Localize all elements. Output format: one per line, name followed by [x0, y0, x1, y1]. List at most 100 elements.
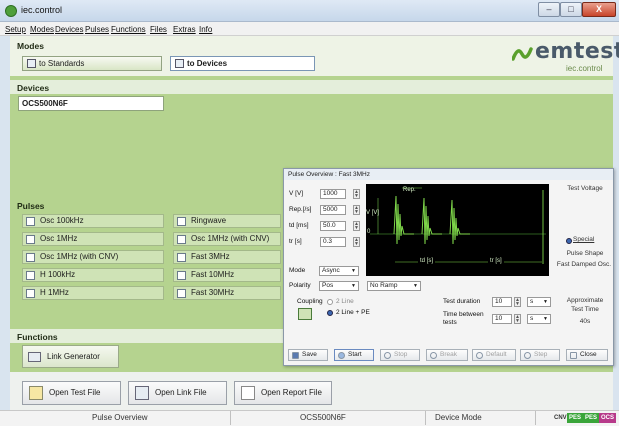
title-bar	[0, 0, 619, 22]
pulse-fast-10mhz[interactable]: Fast 10MHz	[173, 268, 281, 282]
pulse-icon	[177, 289, 186, 298]
to-standards-button[interactable]: to Standards	[22, 56, 162, 71]
maximize-button[interactable]: □	[560, 2, 582, 17]
pulse-icon	[177, 217, 186, 226]
status-device: OCS500N6F	[300, 413, 346, 422]
to-devices-button[interactable]: to Devices	[170, 56, 315, 71]
break-button[interactable]: Break	[426, 349, 468, 361]
save-button[interactable]: Save	[288, 349, 328, 361]
menu-functions[interactable]: Functions	[111, 25, 146, 34]
pulse-h-100khz[interactable]: H 100kHz	[22, 268, 164, 282]
rep-spinner[interactable]: ▲ ▼	[353, 205, 360, 215]
approximate-label: Approximate	[566, 297, 604, 304]
modes-heading: Modes	[17, 41, 44, 51]
menu-info[interactable]: Info	[199, 25, 212, 34]
pulse-shape-label: Pulse Shape	[566, 250, 604, 257]
td-input[interactable]: 50.0	[320, 221, 346, 231]
stop-button[interactable]: Stop	[380, 349, 420, 361]
emtest-logo-icon	[512, 47, 533, 61]
voltage-spinner[interactable]: ▲ ▼	[353, 189, 360, 199]
scope-rep-label: Rep.	[403, 187, 416, 193]
minimize-button[interactable]: –	[538, 2, 560, 17]
special-label: Special	[573, 236, 595, 243]
save-icon	[292, 352, 299, 359]
time-between-unit-select[interactable]: s ▼	[527, 314, 551, 324]
coupling-icon[interactable]	[298, 308, 312, 320]
pulse-fast-3mhz[interactable]: Fast 3MHz	[173, 250, 281, 264]
special-radio[interactable]	[566, 238, 572, 244]
brand-logo-text: emtest	[535, 39, 619, 64]
coupling-2line-label: 2 Line	[336, 298, 354, 305]
step-icon	[524, 352, 531, 359]
pulse-osc-1mhz-cnv[interactable]: Osc 1MHz (with CNV)	[22, 250, 164, 264]
polarity-select[interactable]: Pos ▼	[319, 281, 359, 291]
brand-subtitle: iec.control	[566, 64, 603, 73]
tr-spinner[interactable]: ▲ ▼	[353, 237, 360, 247]
td-spinner[interactable]: ▲ ▼	[353, 221, 360, 231]
coupling-2line-pe-label: 2 Line + PE	[336, 309, 370, 316]
tr-input[interactable]: 0.3	[320, 237, 346, 247]
step-button[interactable]: Step	[520, 349, 560, 361]
devices-icon	[175, 59, 184, 68]
burst-3	[449, 199, 470, 245]
menu-pulses[interactable]: Pulses	[85, 25, 109, 34]
burst-2	[421, 197, 442, 245]
start-button[interactable]: Start	[334, 349, 374, 361]
menu-extras[interactable]: Extras	[173, 25, 196, 34]
close-window-button[interactable]: X	[582, 2, 616, 17]
default-button[interactable]: Default	[472, 349, 516, 361]
voltage-input[interactable]: 1000	[320, 189, 346, 199]
devices-section	[10, 80, 613, 94]
pause-icon	[430, 352, 437, 359]
close-dialog-button[interactable]: Close	[566, 349, 608, 361]
rep-input[interactable]: 5000	[320, 205, 346, 215]
pulse-h-1mhz[interactable]: H 1MHz	[22, 286, 164, 300]
menu-devices[interactable]: Devices	[55, 25, 83, 34]
param-label-tr: tr [s]	[289, 238, 302, 245]
open-report-file-button[interactable]: Open Report File	[234, 381, 332, 405]
chevron-down-icon: ▼	[543, 316, 548, 322]
close-icon	[570, 352, 577, 359]
test-duration-input[interactable]: 10	[492, 297, 512, 307]
pulse-icon	[177, 235, 186, 244]
polarity-label: Polarity	[289, 282, 311, 289]
mode-select[interactable]: Async ▼	[319, 266, 359, 276]
link-generator-icon	[28, 352, 41, 362]
pulse-fast-30mhz[interactable]: Fast 30MHz	[173, 286, 281, 300]
open-link-file-button[interactable]: Open Link File	[128, 381, 227, 405]
pulse-icon	[177, 253, 186, 262]
report-file-icon	[241, 386, 255, 400]
menu-setup[interactable]: Setup	[5, 25, 26, 34]
ramp-select[interactable]: No Ramp ▼	[367, 281, 421, 291]
param-label-voltage: V [V]	[289, 190, 304, 197]
menu-files[interactable]: Files	[150, 25, 167, 34]
coupling-2line-radio[interactable]	[327, 299, 333, 305]
status-divider	[425, 411, 426, 425]
menu-modes[interactable]: Modes	[30, 25, 54, 34]
pulse-icon	[177, 271, 186, 280]
folder-icon	[29, 386, 43, 400]
pulse-ringwave[interactable]: Ringwave	[173, 214, 281, 228]
pulse-osc-1mhz[interactable]: Osc 1MHz	[22, 232, 164, 246]
time-between-input[interactable]: 10	[492, 314, 512, 324]
test-duration-spinner[interactable]: ▲ ▼	[514, 297, 521, 307]
pulse-icon	[26, 271, 35, 280]
device-selector[interactable]: OCS500N6F	[18, 96, 164, 111]
chevron-down-icon: ▼	[413, 283, 418, 289]
pulse-waveform-display: Rep. V [V] 0 td [s] tr [s]	[366, 184, 549, 276]
coupling-2line-pe-radio[interactable]	[327, 310, 333, 316]
test-duration-unit-select[interactable]: s ▼	[527, 297, 551, 307]
time-between-spinner[interactable]: ▲ ▼	[514, 314, 521, 324]
chevron-down-icon: ▼	[351, 268, 356, 274]
open-test-file-button[interactable]: Open Test File	[22, 381, 121, 405]
param-label-td: td [ms]	[289, 222, 309, 229]
pulse-icon	[26, 217, 35, 226]
status-badge-ocs: OCS	[599, 413, 617, 423]
approximate-test-time-value: 40s	[579, 318, 591, 325]
pulse-osc-1mhz-cnv-2[interactable]: Osc 1MHz (with CNV)	[173, 232, 281, 246]
pulse-osc-100khz[interactable]: Osc 100kHz	[22, 214, 164, 228]
stop-icon	[384, 352, 391, 359]
status-badge-pes-2: PES	[583, 413, 600, 423]
waveform-svg	[370, 187, 546, 264]
link-generator-button[interactable]: Link Generator	[22, 345, 119, 368]
